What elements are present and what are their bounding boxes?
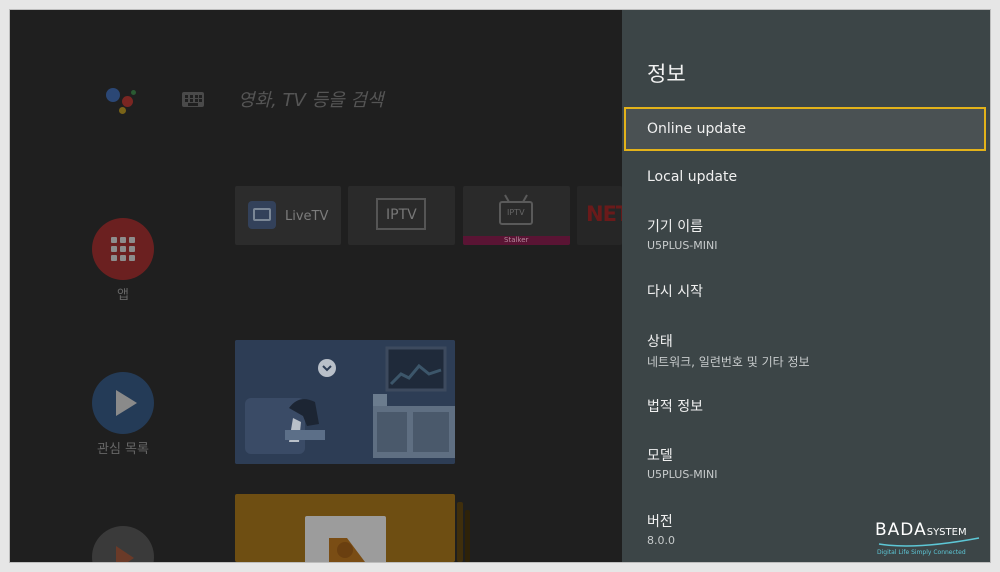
- keyboard-icon[interactable]: [182, 92, 204, 107]
- stalker-caption: Stalker: [504, 236, 529, 244]
- menu-item-local-update[interactable]: Local update: [622, 155, 990, 201]
- watchlist-label: 관심 목록: [97, 442, 149, 457]
- play-music-card[interactable]: [235, 494, 455, 562]
- menu-item-subtitle: U5PLUS-MINI: [647, 239, 718, 252]
- apps-label: 앱: [117, 288, 129, 303]
- panel-title: 정보: [647, 62, 686, 86]
- livetv-label: LiveTV: [285, 209, 329, 224]
- netflix-tile[interactable]: NET: [577, 186, 622, 245]
- menu-item-title: Online update: [647, 121, 746, 137]
- play-store-icon: [116, 546, 134, 562]
- card-shadow-2: [465, 510, 470, 562]
- play-store-button[interactable]: [92, 526, 154, 562]
- featured-illustration-card[interactable]: [235, 340, 455, 464]
- stalker-tile[interactable]: IPTV Stalker: [463, 186, 570, 245]
- livetv-tile[interactable]: LiveTV: [235, 186, 341, 245]
- menu-item-device-name[interactable]: 기기 이름 U5PLUS-MINI: [622, 205, 990, 261]
- play-music-icon: [329, 538, 365, 562]
- watchlist-button[interactable]: [92, 372, 154, 434]
- card-shadow-1: [457, 502, 463, 562]
- google-assistant-icon[interactable]: [106, 84, 142, 114]
- menu-item-title: 기기 이름: [647, 219, 703, 235]
- logo-tagline: Digital Life Simply Connected: [877, 549, 966, 556]
- menu-item-subtitle: 8.0.0: [647, 534, 675, 547]
- stalker-tv-label: IPTV: [507, 208, 525, 217]
- menu-item-model[interactable]: 모델 U5PLUS-MINI: [622, 435, 990, 491]
- menu-item-status[interactable]: 상태 네트워크, 일련번호 및 기타 정보: [622, 320, 990, 376]
- menu-item-title: Local update: [647, 169, 738, 185]
- iptv-tile[interactable]: IPTV: [348, 186, 455, 245]
- menu-item-subtitle: 네트워크, 일련번호 및 기타 정보: [647, 355, 810, 369]
- search-input[interactable]: 영화, TV 등을 검색: [238, 86, 384, 112]
- menu-item-subtitle: U5PLUS-MINI: [647, 468, 718, 481]
- iptv-label: IPTV: [386, 207, 417, 223]
- apps-button[interactable]: [92, 218, 154, 280]
- home-screen: 영화, TV 등을 검색 앱 관심 목록 LiveTV IPTV IPTV St…: [10, 10, 622, 562]
- menu-item-title: 상태: [647, 334, 673, 350]
- play-icon: [116, 390, 137, 416]
- apps-grid-icon: [111, 237, 135, 261]
- menu-item-title: 다시 시작: [647, 284, 703, 300]
- netflix-label: NET: [586, 202, 622, 226]
- menu-item-title: 법적 정보: [647, 399, 703, 415]
- stalker-caption-bar: Stalker: [463, 236, 570, 245]
- living-room-illustration: [235, 340, 455, 464]
- menu-item-restart[interactable]: 다시 시작: [622, 268, 990, 314]
- menu-item-title: 버전: [647, 514, 673, 530]
- logo-swoosh-icon: [878, 537, 980, 547]
- info-settings-panel: 정보 Online update Local update 기기 이름 U5PL…: [622, 10, 990, 562]
- menu-item-title: 모델: [647, 448, 673, 464]
- menu-item-legal-info[interactable]: 법적 정보: [622, 383, 990, 429]
- menu-item-online-update[interactable]: Online update: [624, 107, 986, 151]
- screen-frame: 영화, TV 등을 검색 앱 관심 목록 LiveTV IPTV IPTV St…: [9, 9, 991, 563]
- bada-system-logo: BADASYSTEM Digital Life Simply Connected: [875, 520, 985, 560]
